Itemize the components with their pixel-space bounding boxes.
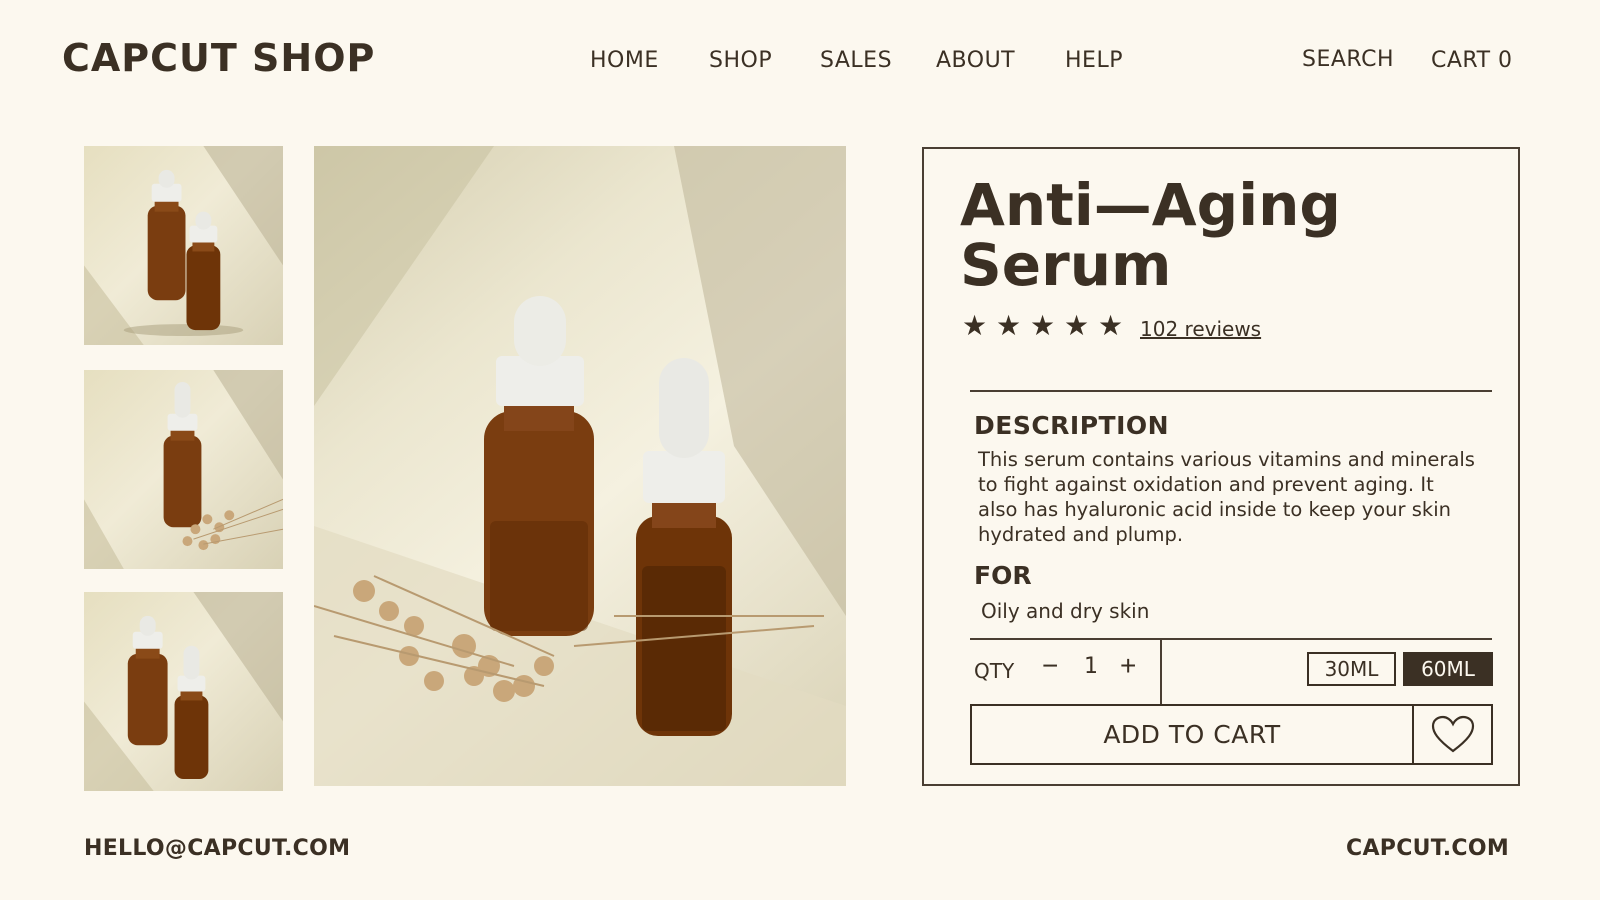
nav-about[interactable]: ABOUT: [936, 48, 1015, 73]
product-photo-single-bottle: [84, 370, 283, 569]
divider: [970, 390, 1492, 392]
star-icon: ★: [962, 309, 988, 342]
size-60ml-option[interactable]: 60ML: [1403, 652, 1493, 686]
divider: [970, 638, 1492, 640]
reviews-link[interactable]: 102 reviews: [1140, 317, 1261, 341]
nav-home[interactable]: HOME: [590, 48, 659, 73]
nav-help[interactable]: HELP: [1065, 48, 1123, 73]
qty-value: 1: [1084, 654, 1098, 679]
search-link[interactable]: SEARCH: [1302, 47, 1394, 72]
skin-type-text: Oily and dry skin: [981, 599, 1150, 623]
product-details-panel: Anti—Aging Serum ★ ★ ★ ★ ★ 102 reviews DESCR…: [922, 147, 1520, 786]
qty-divider: [1160, 640, 1162, 704]
nav-shop[interactable]: SHOP: [709, 48, 772, 73]
add-to-cart-button[interactable]: ADD TO CART: [970, 704, 1414, 765]
cart-link[interactable]: CART 0: [1431, 48, 1513, 73]
heart-icon: [1431, 715, 1474, 752]
product-photo-two-bottles-alt: [84, 592, 283, 791]
star-icon: ★: [1098, 309, 1124, 342]
star-rating: ★ ★ ★ ★ ★: [962, 309, 1132, 342]
thumbnail-2[interactable]: [84, 370, 283, 569]
description-text: This serum contains various vitamins and…: [978, 448, 1475, 546]
star-icon: ★: [1030, 309, 1056, 342]
contact-email[interactable]: HELLO@CAPCUT.COM: [84, 836, 350, 861]
qty-decrease-button[interactable]: −: [1042, 649, 1058, 683]
product-title-line-1: Anti—Aging: [960, 171, 1341, 239]
thumbnail-3[interactable]: [84, 592, 283, 791]
main-product-image: [314, 146, 846, 786]
for-heading: FOR: [974, 561, 1032, 590]
star-icon: ★: [996, 309, 1022, 342]
star-icon: ★: [1064, 309, 1090, 342]
qty-increase-button[interactable]: +: [1120, 649, 1136, 683]
main-product-photo: [314, 146, 846, 786]
wishlist-button[interactable]: [1412, 704, 1493, 765]
nav-sales[interactable]: SALES: [820, 48, 892, 73]
product-photo-two-bottles: [84, 146, 283, 345]
thumbnail-1[interactable]: [84, 146, 283, 345]
qty-label: QTY: [974, 659, 1015, 683]
size-30ml-option[interactable]: 30ML: [1307, 652, 1396, 686]
description-heading: DESCRIPTION: [974, 411, 1170, 440]
product-title: Anti—Aging Serum: [960, 175, 1480, 295]
product-title-line-2: Serum: [960, 231, 1172, 299]
main-nav: HOME SHOP SALES ABOUT HELP SEARCH CART 0: [0, 47, 1600, 78]
website-link[interactable]: CAPCUT.COM: [1346, 836, 1509, 861]
